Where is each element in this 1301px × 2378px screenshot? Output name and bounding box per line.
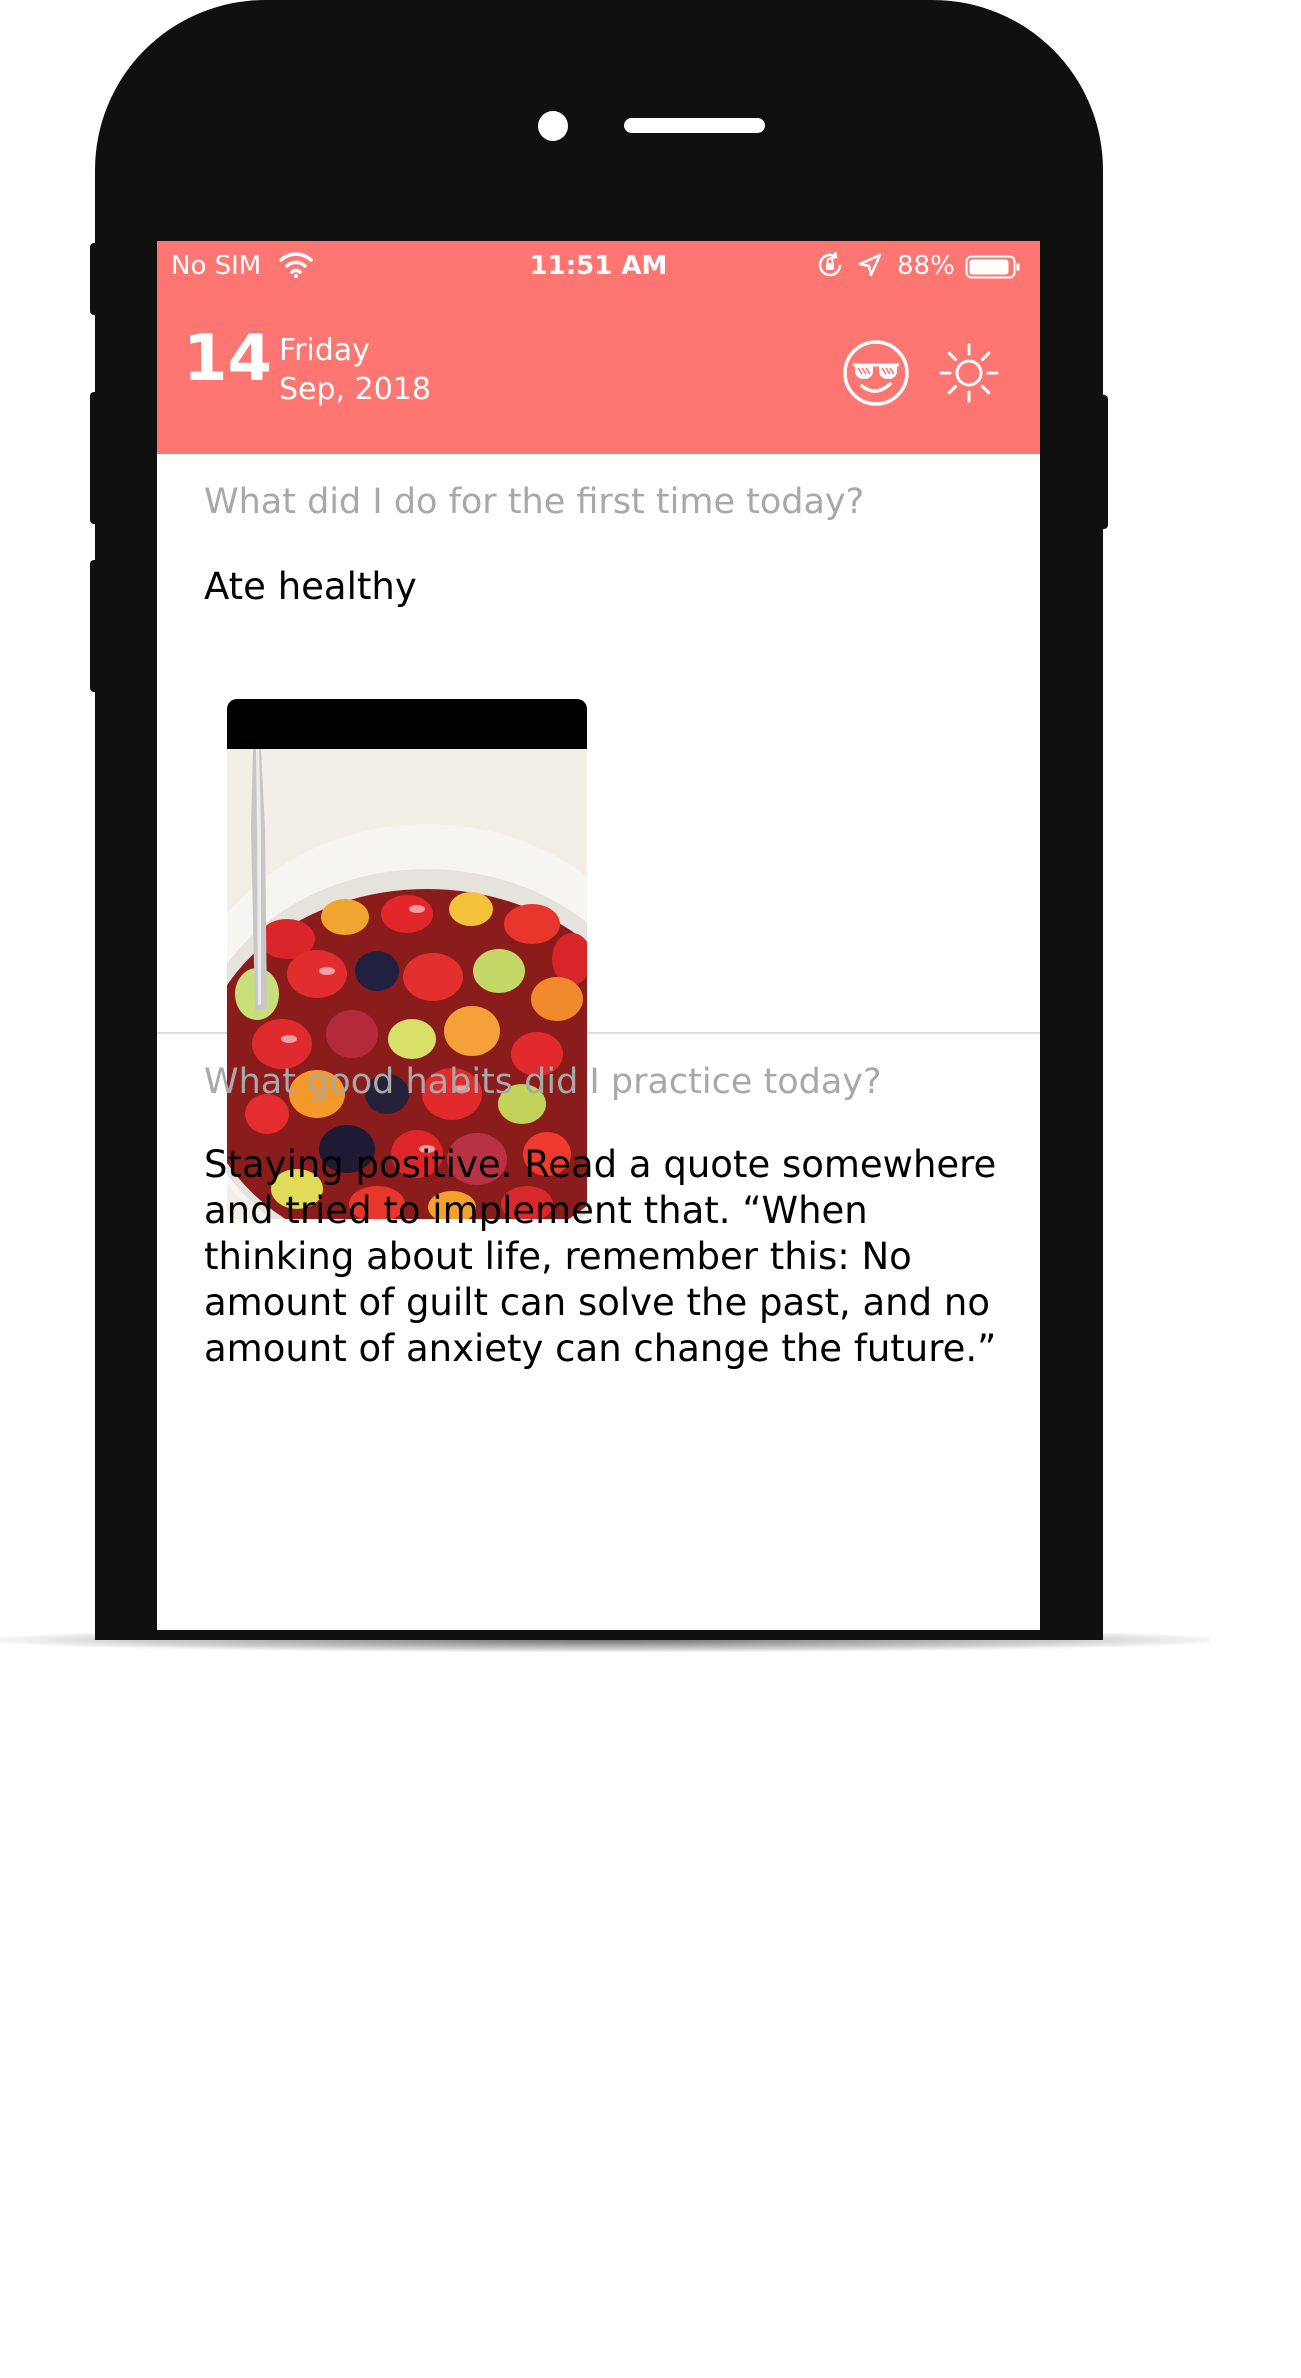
entry-question: What good habits did I practice today? — [204, 1062, 882, 1102]
answer-line: Staying positive. Read a quote somewhere — [204, 1143, 997, 1186]
answer-line: amount of anxiety can change the future.… — [204, 1327, 997, 1370]
entry-question: What did I do for the first time today? — [204, 482, 865, 522]
app-screen: No SIM 11:51 AM 88% 14 Friday Sep, 2018 … — [157, 241, 1040, 1630]
date-header: No SIM 11:51 AM 88% 14 Friday Sep, 2018 — [157, 241, 1040, 454]
journal-entry-good-habits[interactable]: What good habits did I practice today? S… — [157, 1034, 1040, 1630]
battery-percent: 88% — [897, 251, 955, 281]
weekday-label: Friday — [279, 333, 370, 368]
earpiece-speaker — [624, 118, 765, 133]
answer-line: and tried to implement that. “When — [204, 1189, 868, 1232]
month-year-label: Sep, 2018 — [279, 372, 431, 407]
front-camera — [538, 111, 568, 141]
answer-line: amount of guilt can solve the past, and … — [204, 1281, 990, 1324]
photo-top-bar — [227, 699, 587, 749]
entry-answer[interactable]: Staying positive. Read a quote somewhere… — [204, 1142, 1004, 1372]
answer-line: thinking about life, remember this: No — [204, 1235, 912, 1278]
entry-answer[interactable]: Ate healthy — [204, 564, 1004, 610]
sun-icon[interactable] — [937, 341, 1001, 405]
rotation-lock-icon — [818, 251, 842, 277]
status-bar: No SIM 11:51 AM 88% — [157, 241, 1040, 291]
day-number: 14 — [183, 322, 273, 396]
battery-icon — [965, 255, 1020, 279]
location-arrow-icon — [858, 253, 882, 277]
journal-entry-first-time[interactable]: What did I do for the first time today? … — [157, 454, 1040, 1219]
mood-sunglasses-icon[interactable] — [842, 339, 910, 407]
